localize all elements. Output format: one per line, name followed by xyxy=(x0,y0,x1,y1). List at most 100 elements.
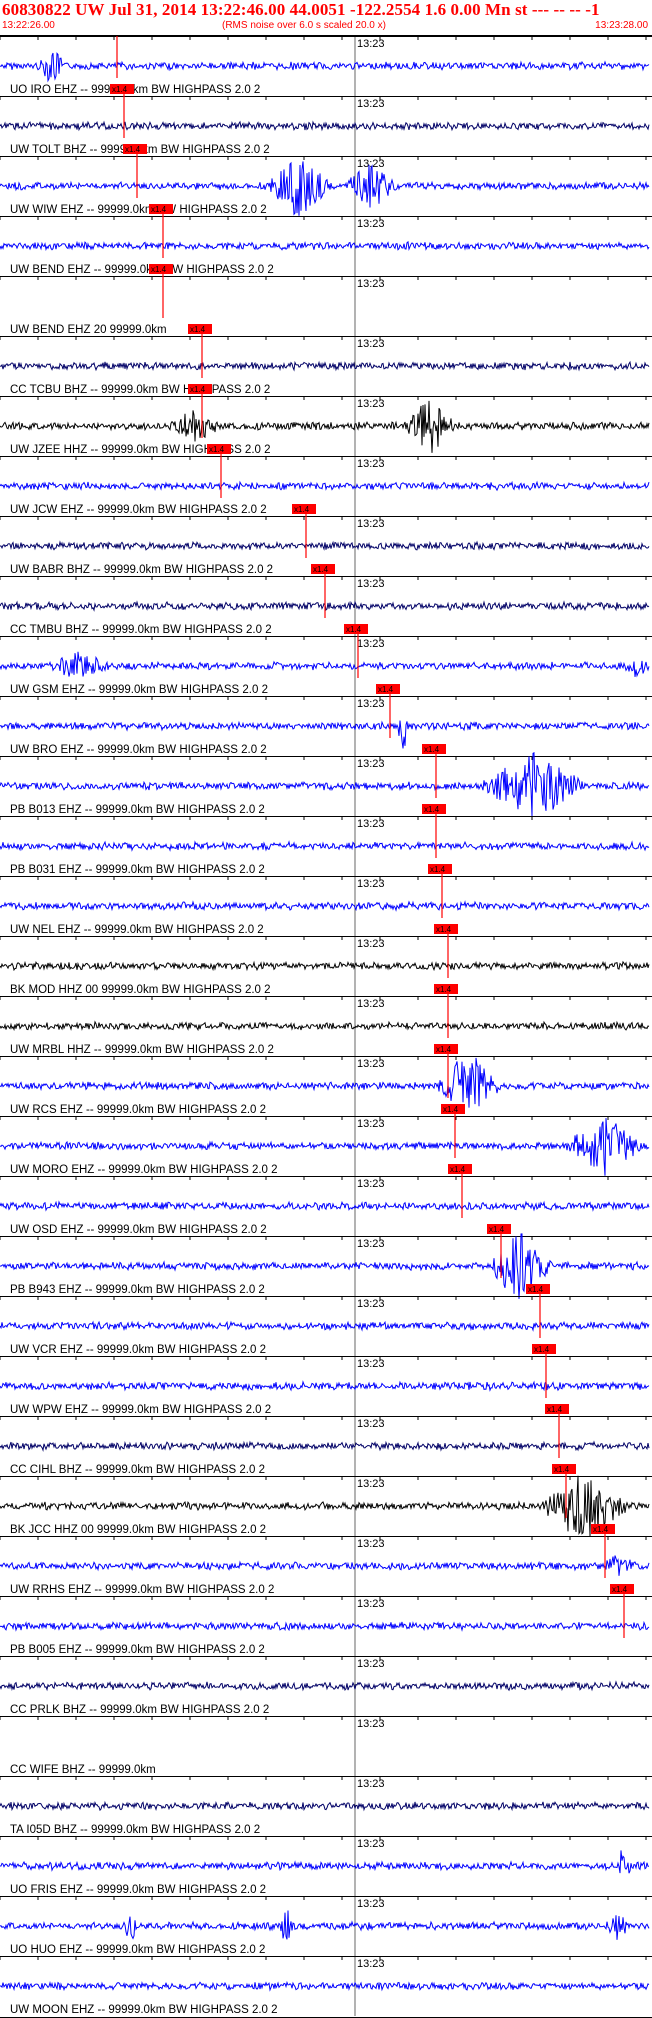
station-label: UW JCW EHZ -- 99999.0km BW HIGHPASS 2.0 … xyxy=(10,504,267,516)
minute-tick-label: 13:23 xyxy=(357,1058,385,1070)
waveform xyxy=(0,1680,650,1692)
pick-label: x1.4 xyxy=(313,565,329,574)
pick-label: x1.4 xyxy=(436,1045,452,1054)
waveform xyxy=(0,1980,650,1992)
waveform xyxy=(0,120,650,132)
minute-tick-label: 13:23 xyxy=(357,698,385,710)
station-label: UW BABR BHZ -- 99999.0km BW HIGHPASS 2.0… xyxy=(10,564,273,576)
minute-tick-label: 13:23 xyxy=(357,1958,385,1970)
station-label: UW MORO EHZ -- 99999.0km BW HIGHPASS 2.0… xyxy=(10,1164,278,1176)
waveform xyxy=(0,840,650,852)
station-label: CC TCBU BHZ -- 99999.0km BW HIGHPASS 2.0… xyxy=(10,384,270,396)
pick-label: x1.4 xyxy=(378,685,394,694)
pick-label: x1.4 xyxy=(436,925,452,934)
end-time: 13:23:28.00 xyxy=(595,20,648,31)
station-label: CC CIHL BHZ -- 99999.0km BW HIGHPASS 2.0… xyxy=(10,1464,265,1476)
pick-label: x1.4 xyxy=(612,1585,628,1594)
pick-label: x1.4 xyxy=(190,385,206,394)
minute-tick-label: 13:23 xyxy=(357,1418,385,1430)
station-label: UW BRO EHZ -- 99999.0km BW HIGHPASS 2.0 … xyxy=(10,744,267,756)
event-title: 60830822 UW Jul 31, 2014 13:22:46.00 44.… xyxy=(2,0,600,19)
minute-tick-label: 13:23 xyxy=(357,638,385,650)
pick-label: x1.4 xyxy=(489,1225,505,1234)
minute-tick-label: 13:23 xyxy=(357,518,385,530)
waveform xyxy=(0,1620,650,1632)
station-label: CC WIFE BHZ -- 99999.0km xyxy=(10,1764,156,1776)
waveform xyxy=(0,1440,650,1453)
station-label: UW VCR EHZ -- 99999.0km BW HIGHPASS 2.0 … xyxy=(10,1344,266,1356)
pick-label: x1.4 xyxy=(151,205,167,214)
station-label: PB B943 EHZ -- 99999.0km BW HIGHPASS 2.0… xyxy=(10,1284,265,1296)
pick-label: x1.4 xyxy=(424,745,440,754)
pick-label: x1.4 xyxy=(125,145,141,154)
minute-tick-label: 13:23 xyxy=(357,1298,385,1310)
station-label: UW WIW EHZ -- 99999.0km BW HIGHPASS 2.0 … xyxy=(10,204,267,216)
station-label: CC PRLK BHZ -- 99999.0km BW HIGHPASS 2.0… xyxy=(10,1704,269,1716)
station-label: UW JZEE HHZ -- 99999.0km BW HIGHPASS 2.0… xyxy=(10,444,271,456)
minute-tick-label: 13:23 xyxy=(357,1358,385,1370)
trace-panel: 13:23 x1.4UO IRO EHZ -- 99999.0km BW HIGH… xyxy=(0,36,652,96)
pick-label: x1.4 xyxy=(151,265,167,274)
minute-tick-label: 13:23 xyxy=(357,578,385,590)
minute-tick-label: 13:23 xyxy=(357,1238,385,1250)
minute-tick-label: 13:23 xyxy=(357,278,385,290)
trace-panel: 13:23 UO HUO EHZ -- 99999.0km BW HIGHPASS… xyxy=(0,1896,652,1956)
minute-tick-label: 13:23 xyxy=(357,1718,385,1730)
pick-label: x1.4 xyxy=(430,865,446,874)
station-label: PB B031 EHZ -- 99999.0km BW HIGHPASS 2.0… xyxy=(10,864,265,876)
waveform xyxy=(0,1200,650,1212)
station-label: UW RRHS EHZ -- 99999.0km BW HIGHPASS 2.0… xyxy=(10,1584,274,1596)
pick-label: x1.4 xyxy=(346,625,362,634)
waveform xyxy=(0,360,650,372)
scale-note: (RMS noise over 6.0 s scaled 20.0 x) xyxy=(222,20,386,31)
station-label: UW MOON EHZ -- 99999.0km BW HIGHPASS 2.0… xyxy=(10,2004,278,2016)
station-label: BK MOD HHZ 00 99999.0km BW HIGHPASS 2.0 … xyxy=(10,984,271,996)
waveform xyxy=(0,240,650,252)
waveform xyxy=(0,1910,650,1940)
pick-label: x1.4 xyxy=(593,1525,609,1534)
minute-tick-label: 13:23 xyxy=(357,98,385,110)
station-label: TA I05D BHZ -- 99999.0km BW HIGHPASS 2.0… xyxy=(10,1824,260,1836)
station-label: UW NEL EHZ -- 99999.0km BW HIGHPASS 2.0 … xyxy=(10,924,264,936)
waveform xyxy=(0,1800,650,1812)
trace-panel: 13:23 UW MOON EHZ -- 99999.0km BW HIGHPAS… xyxy=(0,1956,652,2016)
station-label: UW OSD EHZ -- 99999.0km BW HIGHPASS 2.0 … xyxy=(10,1224,267,1236)
station-label: UW WPW EHZ -- 99999.0km BW HIGHPASS 2.0 … xyxy=(10,1404,271,1416)
minute-tick-label: 13:23 xyxy=(357,338,385,350)
pick-label: x1.4 xyxy=(209,445,225,454)
seismogram-plot: 13:23 x1.4 UO IRO EHZ -- 99999.0km BW HIGH… xyxy=(0,36,652,2018)
minute-tick-label: 13:23 xyxy=(357,1658,385,1670)
trace-panel: 13:23 CC PRLK BHZ -- 99999.0km BW HIGHPAS… xyxy=(0,1656,652,1716)
pick-label: x1.4 xyxy=(450,1165,466,1174)
waveform xyxy=(0,1057,650,1108)
station-label: CC TMBU BHZ -- 99999.0km BW HIGHPASS 2.0… xyxy=(10,624,272,636)
trace-panel: 13:23 TA I05D BHZ -- 99999.0km BW HIGHPAS… xyxy=(0,1776,652,1836)
pick-label: x1.4 xyxy=(436,985,452,994)
station-label: PB B005 EHZ -- 99999.0km BW HIGHPASS 2.0… xyxy=(10,1644,265,1656)
station-label: UO HUO EHZ -- 99999.0km BW HIGHPASS 2.0 … xyxy=(10,1944,265,1956)
pick-label: x1.4 xyxy=(190,325,206,334)
minute-tick-label: 13:23 xyxy=(357,818,385,830)
minute-tick-label: 13:23 xyxy=(357,218,385,230)
waveform xyxy=(0,1380,650,1392)
pick-label: x1.4 xyxy=(554,1465,570,1474)
pick-label: x1.4 xyxy=(547,1405,563,1414)
start-time: 13:22:26.00 xyxy=(2,20,55,31)
waveform xyxy=(0,52,650,83)
waveform xyxy=(0,480,650,492)
station-label: BK JCC HHZ 00 99999.0km BW HIGHPASS 2.0 … xyxy=(10,1524,266,1536)
waveform xyxy=(0,960,650,972)
station-label: UO IRO EHZ -- 99999.0km BW HIGHPASS 2.0 … xyxy=(10,84,260,96)
waveform xyxy=(0,900,650,912)
waveform xyxy=(0,1020,650,1032)
minute-tick-label: 13:23 xyxy=(357,878,385,890)
minute-tick-label: 13:23 xyxy=(357,1838,385,1850)
waveform xyxy=(0,1320,650,1332)
minute-tick-label: 13:23 xyxy=(357,38,385,50)
minute-tick-label: 13:23 xyxy=(357,1178,385,1190)
station-label: UW RCS EHZ -- 99999.0km BW HIGHPASS 2.0 … xyxy=(10,1104,266,1116)
waveform xyxy=(0,540,650,551)
header: 60830822 UW Jul 31, 2014 13:22:46.00 44.… xyxy=(0,0,652,36)
trace-panel: 13:23 CC WIFE BHZ -- 99999.0km xyxy=(0,1716,652,1776)
station-label: UW BEND EHZ -- 99999.0km BW HIGHPASS 2.0… xyxy=(10,264,274,276)
